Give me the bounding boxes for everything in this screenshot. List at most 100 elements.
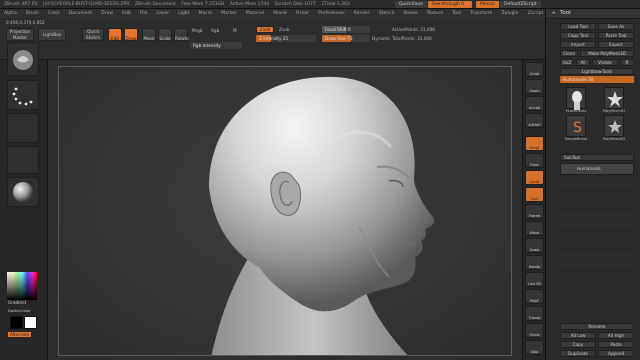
move-button[interactable]: Move [142,28,156,41]
copy-tool-button[interactable]: Copy Tool [560,32,596,39]
menu-texture[interactable]: Texture [427,9,443,18]
ghost-button[interactable]: Ghost [525,323,544,338]
menus-button[interactable]: Menus [476,1,499,8]
linefill-button[interactable]: Line Fill [525,272,544,287]
menu-document[interactable]: Document [69,9,92,18]
subtool-header[interactable]: SubTool [560,154,634,161]
material-thumbnail[interactable] [7,177,39,207]
z-intensity-slider[interactable]: Z Intensity 25 [256,35,316,42]
alpha-thumbnail[interactable] [7,113,39,143]
menu-edit[interactable]: Edit [122,9,131,18]
polymesh2-thumbnail[interactable] [604,115,624,137]
subtool-slot[interactable] [556,219,636,226]
menu-draw[interactable]: Draw [101,9,113,18]
menu-zplugin[interactable]: Zplugin [502,9,519,18]
alternate-button[interactable]: Alternate [8,332,32,337]
paste-tool-button[interactable]: Paste Tool [598,32,634,39]
transp-button[interactable]: Transp [525,306,544,321]
dynamic-button[interactable]: Dynamic [372,36,390,41]
menu-render[interactable]: Render [354,9,370,18]
subtool-slot[interactable] [556,189,636,196]
menu-material[interactable]: Material [246,9,264,18]
menu-layer[interactable]: Layer [157,9,170,18]
subtool-item[interactable]: Humanoids [560,163,634,175]
tool-palette-header[interactable]: ◂ Tool [546,9,640,19]
aahalf-button[interactable]: AAHalf [525,113,544,128]
gradient-label[interactable]: Gradient [8,300,26,305]
male-bust-sculpt-icon[interactable] [59,67,512,356]
quicksave-button[interactable]: QuickSave [395,1,427,8]
persp-button[interactable]: Persp [525,136,544,151]
focal-shift-slider[interactable]: Focal Shift 0 [322,26,370,33]
subtool-slot[interactable] [556,199,636,206]
frame-button[interactable]: Frame [525,204,544,219]
load-tool-button[interactable]: Load Tool [560,23,596,30]
rgb-button[interactable]: Rgb [211,28,219,33]
color-picker[interactable] [7,272,37,300]
save-as-button[interactable]: Save As [598,23,634,30]
actual-button[interactable]: Actual [525,96,544,111]
see-through-slider[interactable]: See-through 0 [428,1,472,8]
menu-preferences[interactable]: Preferences [318,9,344,18]
menu-stencil[interactable]: Stencil [379,9,394,18]
make-polymesh-button[interactable]: Make PolyMesh3D [580,50,634,57]
menu-tool[interactable]: Tool [452,9,461,18]
menu-stroke[interactable]: Stroke [403,9,417,18]
solo-button[interactable]: Solo [525,340,544,355]
rgb-intensity-slider[interactable]: Rgb Intensity [190,42,242,49]
polyf-button[interactable]: PolyF [525,289,544,304]
all-high-button[interactable]: All High [598,332,634,339]
collapse-arrow-icon[interactable]: ◂ [552,10,555,16]
subtool-slot[interactable] [556,209,636,216]
rotate-button[interactable]: Rotate [174,28,189,41]
paste-button[interactable]: Paste [598,341,634,348]
rename-button[interactable]: Rename [560,323,634,330]
all-button[interactable]: All [576,59,590,66]
subtool-slot[interactable] [556,259,636,266]
draw-size-slider[interactable]: Draw Size 73 [322,35,370,42]
move-view-button[interactable]: Move [525,221,544,236]
menu-light[interactable]: Light [178,9,189,18]
current-tool-slider[interactable]: Humanoids 50 [560,76,634,83]
draw-button[interactable]: Draw [124,28,138,41]
scale-button[interactable]: Scale [158,28,172,41]
menu-color[interactable]: Color [48,9,60,18]
menu-file[interactable]: File [140,9,148,18]
r-button[interactable]: R [620,59,634,66]
floor-button[interactable]: Floor [525,153,544,168]
goz-button[interactable]: GoZ [560,59,574,66]
clone-button[interactable]: Clone [560,50,578,57]
subtool-slot[interactable] [556,249,636,256]
menu-picker[interactable]: Picker [296,9,309,18]
menu-marker[interactable]: Marker [221,9,237,18]
humanoid-thumbnail[interactable] [566,87,586,110]
edit-button[interactable]: Edit [108,28,122,41]
menu-brush[interactable]: Brush [26,9,39,18]
zadd-button[interactable]: Zadd [256,26,274,33]
sym-button[interactable]: Sym [525,187,544,202]
zoom-button[interactable]: Zoom [525,79,544,94]
local-button[interactable]: Local [525,170,544,185]
zsub-button[interactable]: Zsub [279,27,289,32]
menu-transform[interactable]: Transform [470,9,492,18]
main-color-swatch[interactable] [10,316,23,329]
copy-button[interactable]: Copy [560,341,596,348]
visible-button[interactable]: Visible [592,59,618,66]
default-zscript-button[interactable]: DefaultZScript [500,1,541,8]
stroke-thumbnail[interactable] [7,80,39,110]
subtool-slot[interactable] [556,239,636,246]
rotate-view-button[interactable]: Rotate [525,255,544,270]
document-canvas[interactable] [58,66,512,356]
m-button[interactable]: M [233,28,237,33]
quick-sketch-button[interactable]: Quick Sketch [82,28,104,41]
secondary-color-swatch[interactable] [24,316,37,329]
scale-view-button[interactable]: Scale [525,238,544,253]
lightbox-button[interactable]: LightBox [38,28,66,41]
lightbox-tools-button[interactable]: Lightbox▸Tools [560,68,634,75]
duplicate-button[interactable]: Duplicate [560,350,596,357]
menu-zscript[interactable]: Zscript [528,9,544,18]
import-button[interactable]: Import [560,41,596,48]
mrgb-button[interactable]: Mrgb [192,28,203,33]
scroll-button[interactable]: Scroll [525,62,544,77]
menu-macro[interactable]: Macro [199,9,213,18]
